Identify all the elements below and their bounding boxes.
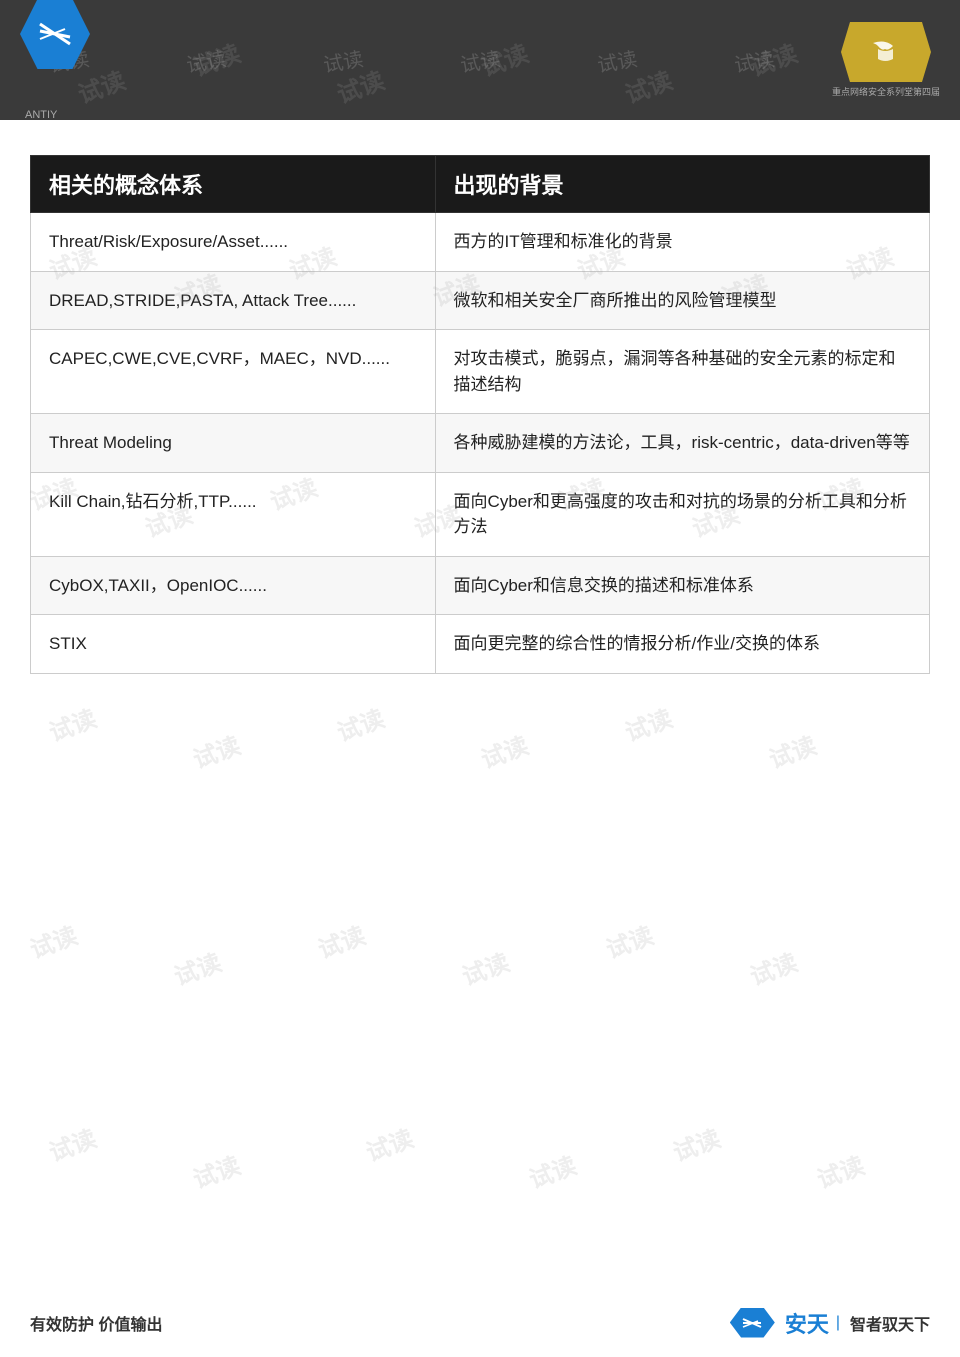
footer-left-text: 有效防护 价值输出 bbox=[30, 1311, 162, 1335]
header-wm-4: 试读 bbox=[458, 42, 502, 78]
table-cell-right: 面向更完整的综合性的情报分析/作业/交换的体系 bbox=[435, 615, 929, 674]
table-cell-right: 对攻击模式，脆弱点，漏洞等各种基础的安全元素的标定和描述结构 bbox=[435, 330, 929, 414]
table-cell-left: Threat/Risk/Exposure/Asset...... bbox=[31, 213, 436, 272]
footer-brand-sub: 智者驭天下 bbox=[850, 1311, 930, 1335]
footer-logo-svg bbox=[738, 1313, 766, 1333]
main-table: 相关的概念体系 出现的背景 Threat/Risk/Exposure/Asset… bbox=[30, 155, 930, 674]
logo-svg bbox=[30, 9, 80, 59]
table-cell-right: 面向Cyber和更高强度的攻击和对抗的场景的分析工具和分析方法 bbox=[435, 472, 929, 556]
table-cell-left: CybOX,TAXII，OpenIOC...... bbox=[31, 556, 436, 615]
table-cell-right: 面向Cyber和信息交换的描述和标准体系 bbox=[435, 556, 929, 615]
table-cell-left: Kill Chain,钻石分析,TTP...... bbox=[31, 472, 436, 556]
header: 试读 试读 试读 试读 试读 试读 试读 ANTIY bbox=[0, 0, 960, 120]
header-wm-3: 试读 bbox=[321, 42, 365, 78]
table-cell-left: STIX bbox=[31, 615, 436, 674]
header-wm-2: 试读 bbox=[183, 42, 227, 78]
logo-hexagon bbox=[20, 0, 90, 69]
col2-header: 出现的背景 bbox=[435, 156, 929, 213]
header-wm-5: 试读 bbox=[595, 42, 639, 78]
brand-logo bbox=[841, 22, 931, 82]
footer-brand: 安天 bbox=[785, 1307, 829, 1339]
table-cell-right: 微软和相关安全厂商所推出的风险管理模型 bbox=[435, 271, 929, 330]
logo-area: ANTIY bbox=[20, 0, 90, 121]
table-row: Threat Modeling各种威胁建模的方法论，工具，risk-centri… bbox=[31, 414, 930, 473]
footer-right: 安天 | 智者驭天下 bbox=[730, 1307, 930, 1339]
table-cell-left: CAPEC,CWE,CVE,CVRF，MAEC，NVD...... bbox=[31, 330, 436, 414]
table-row: Threat/Risk/Exposure/Asset......西方的IT管理和… bbox=[31, 213, 930, 272]
brand-logo-svg bbox=[858, 31, 913, 71]
header-watermarks: 试读 试读 试读 试读 试读 试读 试读 bbox=[0, 0, 960, 120]
footer-logo-icon bbox=[730, 1308, 775, 1338]
col1-header: 相关的概念体系 bbox=[31, 156, 436, 213]
table-row: Kill Chain,钻石分析,TTP......面向Cyber和更高强度的攻击… bbox=[31, 472, 930, 556]
table-row: DREAD,STRIDE,PASTA, Attack Tree......微软和… bbox=[31, 271, 930, 330]
brand-logo-inner bbox=[858, 31, 913, 73]
table-row: CybOX,TAXII，OpenIOC......面向Cyber和信息交换的描述… bbox=[31, 556, 930, 615]
table-row: CAPEC,CWE,CVE,CVRF，MAEC，NVD......对攻击模式，脆… bbox=[31, 330, 930, 414]
table-cell-left: Threat Modeling bbox=[31, 414, 436, 473]
table-row: STIX面向更完整的综合性的情报分析/作业/交换的体系 bbox=[31, 615, 930, 674]
table-cell-left: DREAD,STRIDE,PASTA, Attack Tree...... bbox=[31, 271, 436, 330]
header-wm-6: 试读 bbox=[732, 42, 776, 78]
footer-separator: | bbox=[836, 1314, 840, 1332]
table-cell-right: 各种威胁建模的方法论，工具，risk-centric，data-driven等等 bbox=[435, 414, 929, 473]
table-cell-right: 西方的IT管理和标准化的背景 bbox=[435, 213, 929, 272]
